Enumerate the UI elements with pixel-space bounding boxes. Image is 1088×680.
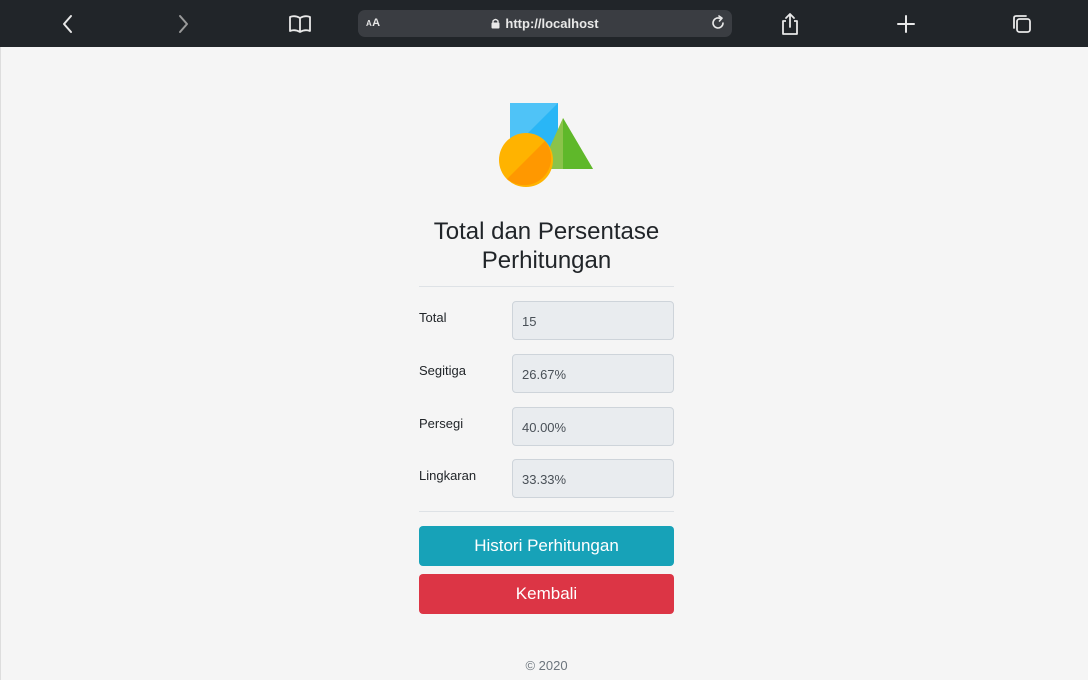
row-segitiga: Segitiga 26.67% bbox=[419, 353, 674, 393]
shapes-logo-icon bbox=[496, 100, 596, 192]
lingkaran-label: Lingkaran bbox=[419, 468, 477, 483]
address-bar[interactable]: AA http://localhost bbox=[358, 10, 732, 37]
row-persegi: Persegi 40.00% bbox=[419, 406, 674, 446]
back-icon[interactable] bbox=[54, 10, 82, 38]
url-display[interactable]: http://localhost bbox=[358, 16, 732, 32]
persegi-label: Persegi bbox=[419, 416, 464, 431]
history-button[interactable]: Histori Perhitungan bbox=[419, 526, 674, 566]
tabs-icon[interactable] bbox=[1008, 10, 1036, 38]
browser-toolbar: AA http://localhost bbox=[0, 0, 1088, 47]
segitiga-field[interactable]: 26.67% bbox=[512, 354, 674, 393]
page-content: Total dan Persentase Perhitungan Total 1… bbox=[0, 47, 1088, 680]
page-title: Total dan Persentase Perhitungan bbox=[433, 218, 660, 274]
total-field[interactable]: 15 bbox=[512, 301, 674, 340]
persegi-field[interactable]: 40.00% bbox=[512, 407, 674, 446]
back-button[interactable]: Kembali bbox=[419, 574, 674, 614]
total-label: Total bbox=[419, 310, 447, 325]
reload-icon[interactable] bbox=[710, 15, 726, 36]
divider-bottom bbox=[419, 511, 674, 512]
row-total: Total 15 bbox=[419, 300, 674, 340]
divider-top bbox=[419, 286, 674, 287]
row-lingkaran: Lingkaran 33.33% bbox=[419, 458, 674, 498]
segitiga-label: Segitiga bbox=[419, 363, 466, 378]
bookmarks-icon[interactable] bbox=[286, 10, 314, 38]
lingkaran-field[interactable]: 33.33% bbox=[512, 459, 674, 498]
lock-icon bbox=[491, 17, 500, 32]
footer-copyright: © 2020 bbox=[525, 658, 568, 673]
forward-icon[interactable] bbox=[169, 10, 197, 38]
url-text: http://localhost bbox=[505, 16, 599, 31]
share-icon[interactable] bbox=[776, 10, 804, 38]
new-tab-icon[interactable] bbox=[892, 10, 920, 38]
